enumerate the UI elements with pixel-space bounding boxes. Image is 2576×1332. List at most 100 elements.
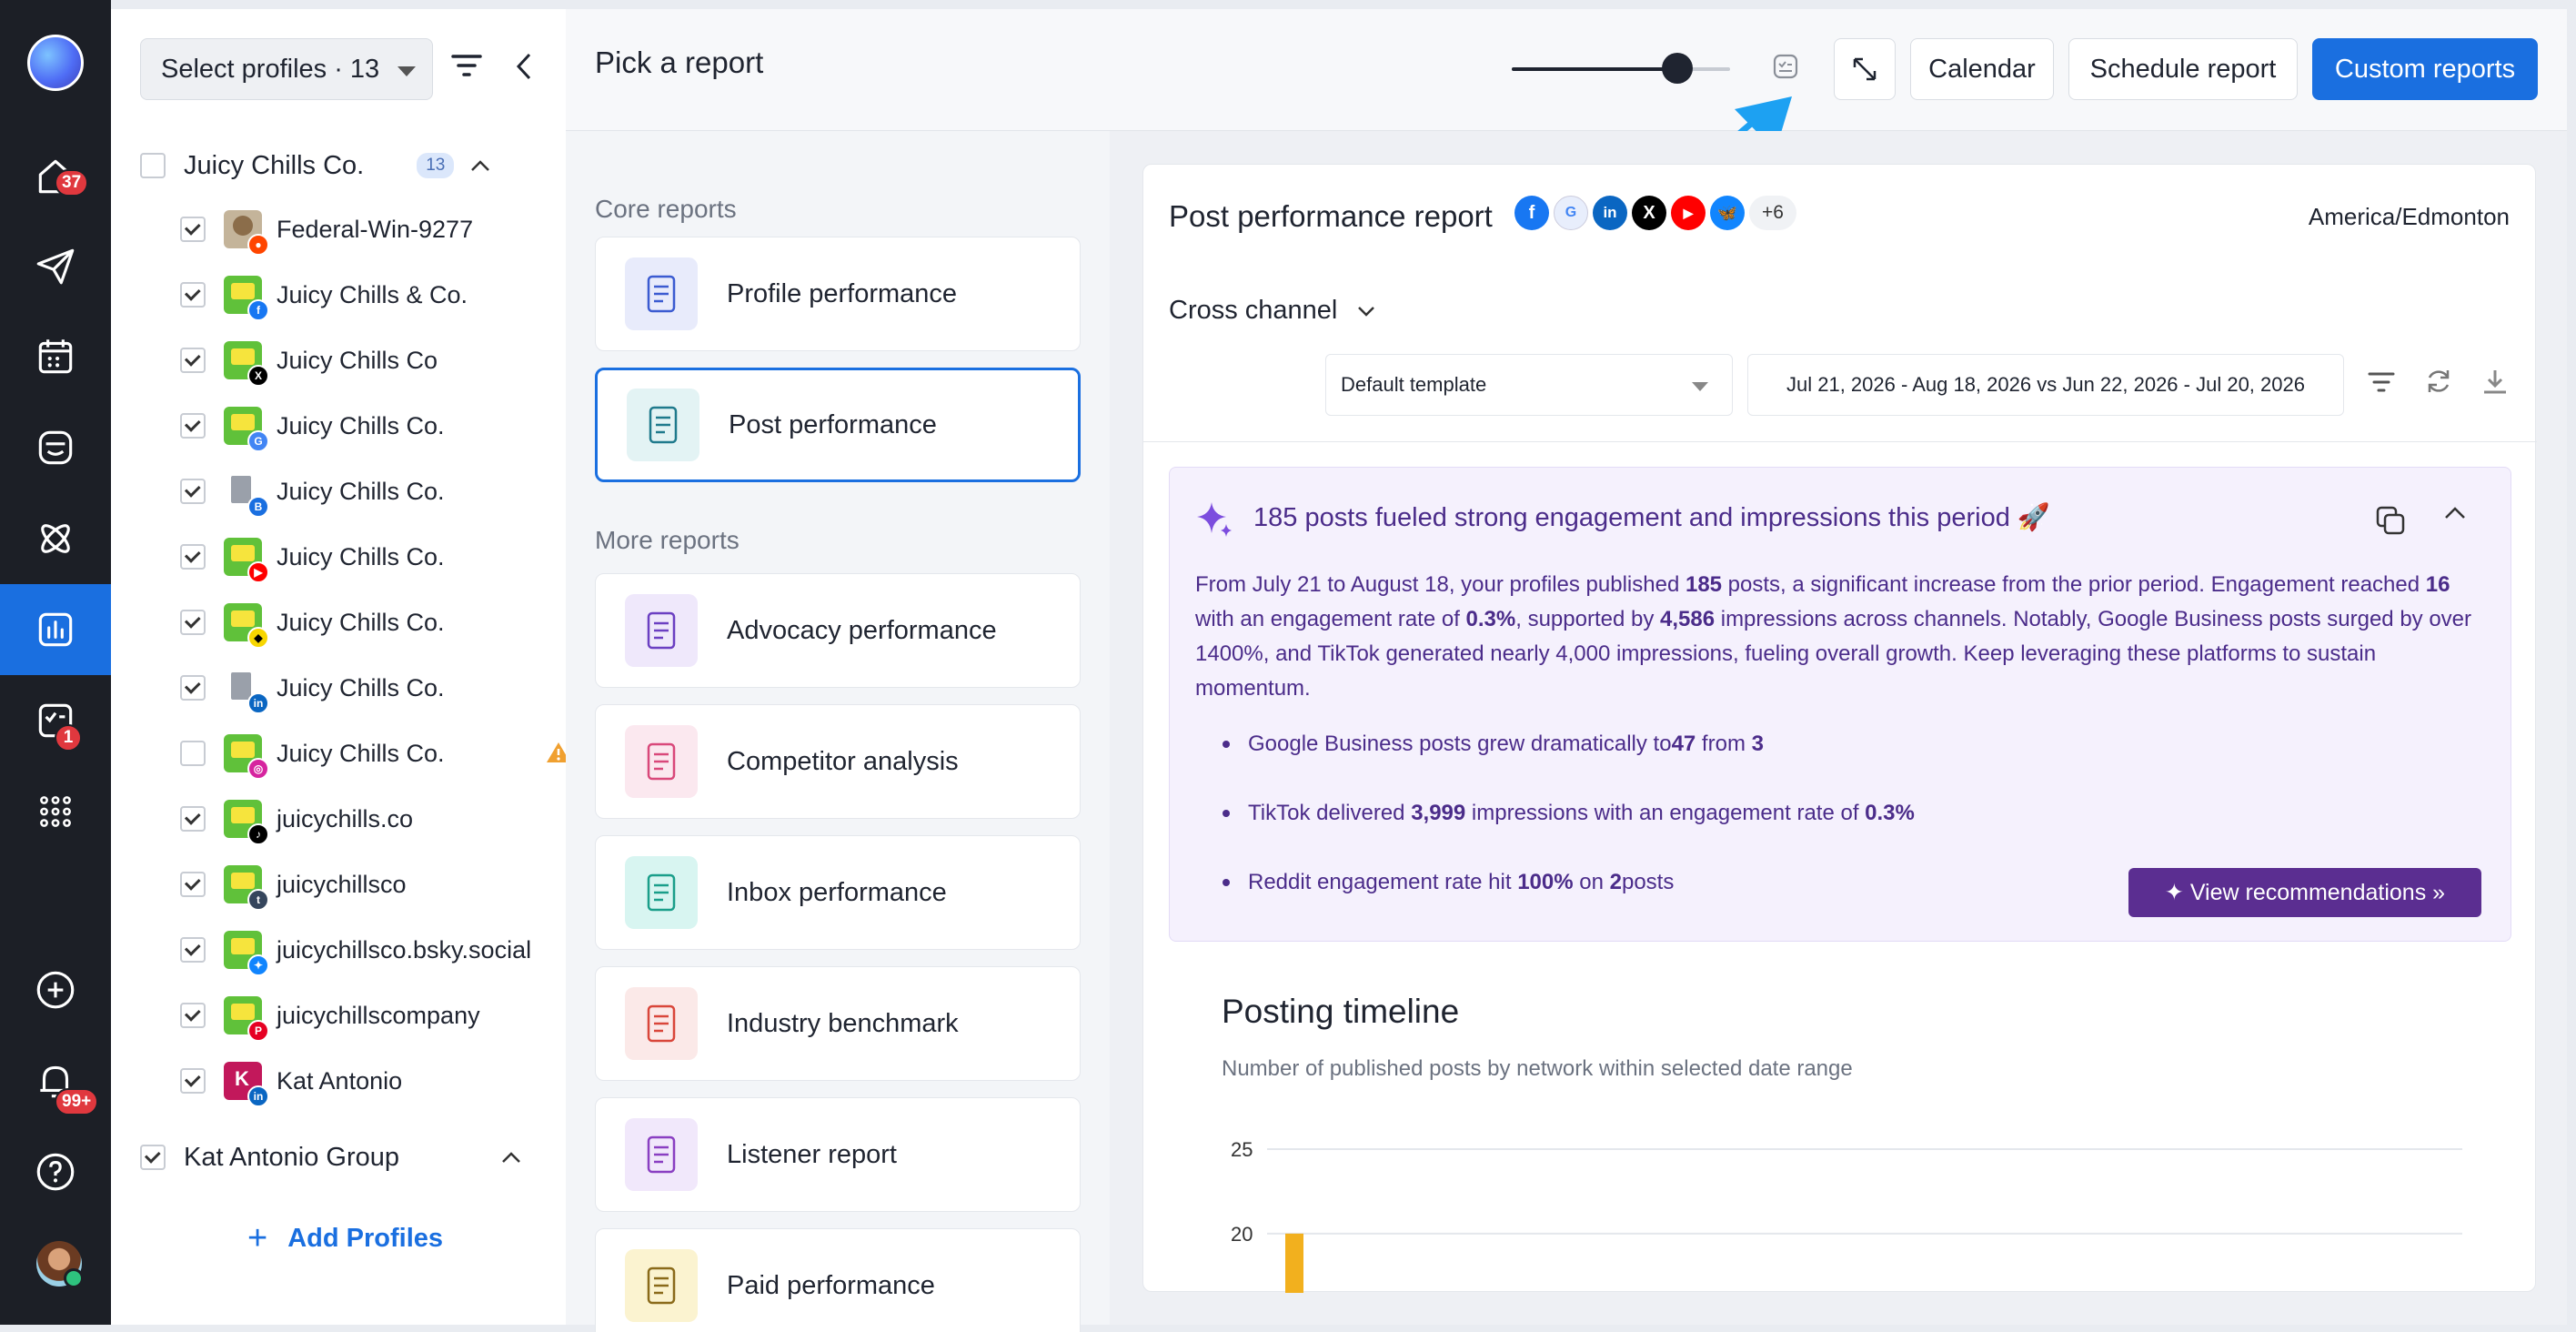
report-card[interactable]: Listener report (595, 1097, 1081, 1212)
profile-row[interactable]: ◎ Juicy Chills Co. (180, 733, 445, 780)
copy-icon[interactable] (2374, 504, 2407, 537)
profile-group-kat-antonio[interactable]: Kat Antonio Group (140, 1139, 521, 1176)
more-networks-badge[interactable]: +6 (1749, 196, 1796, 230)
inbox-icon (38, 430, 73, 465)
profile-checkbox[interactable] (180, 282, 206, 308)
advocacy-icon (625, 594, 698, 667)
summary-text: From July 21 to August 18, your profiles… (1195, 572, 1685, 597)
profile-row[interactable]: f Juicy Chills & Co. (180, 275, 468, 321)
refresh-icon[interactable] (2424, 367, 2453, 396)
profile-checkbox[interactable] (180, 413, 206, 439)
profile-row[interactable]: in Juicy Chills Co. (180, 668, 445, 714)
inbox-nav[interactable] (0, 402, 111, 493)
timeline-bar[interactable] (1285, 1233, 1303, 1293)
listening-nav[interactable] (0, 493, 111, 584)
profile-row[interactable]: X Juicy Chills Co (180, 340, 438, 387)
tasks-nav[interactable]: 1 (0, 675, 111, 766)
reports-nav[interactable] (0, 584, 111, 675)
x-icon: X (247, 365, 269, 387)
profile-checkbox[interactable] (180, 1068, 206, 1094)
profile-row[interactable]: ✦ juicychillsco.bsky.social (180, 930, 531, 976)
app-logo[interactable] (27, 35, 84, 91)
profile-row[interactable]: ◆ Juicy Chills Co. (180, 602, 445, 649)
cross-channel-dropdown[interactable]: Cross channel (1169, 296, 1375, 326)
download-icon[interactable] (2480, 367, 2510, 396)
profile-row[interactable]: ♪ juicychills.co (180, 799, 413, 845)
y-tick-label: 25 (1231, 1138, 1253, 1161)
reddit-icon: ● (247, 234, 269, 256)
add-profiles-button[interactable]: + Add Profiles (247, 1219, 443, 1258)
report-card[interactable]: Inbox performance (595, 835, 1081, 950)
profile-row[interactable]: ▶ Juicy Chills Co. (180, 537, 445, 583)
template-select[interactable]: Default template (1325, 354, 1733, 416)
profile-avatar: B (224, 472, 269, 518)
checklist-icon[interactable] (1772, 53, 1799, 80)
summary-highlight: 0.3% (1465, 607, 1516, 631)
report-card-label: Inbox performance (727, 877, 947, 907)
profile-checkbox[interactable] (180, 544, 206, 570)
report-card[interactable]: Advocacy performance (595, 573, 1081, 688)
profile-checkbox[interactable] (180, 348, 206, 373)
profile-row[interactable]: t juicychillsco (180, 864, 407, 911)
report-card[interactable]: Competitor analysis (595, 704, 1081, 819)
profile-checkbox[interactable] (180, 610, 206, 635)
profile-avatar: ◎ (224, 734, 269, 780)
report-card-label: Competitor analysis (727, 746, 959, 776)
date-range-picker[interactable]: Jul 21, 2026 - Aug 18, 2026 vs Jun 22, 2… (1747, 354, 2344, 416)
app: 37 1 99+ Select profiles · 13 Juicy Chil… (0, 0, 2576, 1332)
group-checkbox[interactable] (140, 153, 166, 178)
chevron-up-icon[interactable] (470, 159, 490, 172)
profile-row[interactable]: Kin Kat Antonio (180, 1061, 402, 1107)
profile-checkbox[interactable] (180, 675, 206, 701)
calendar-button[interactable]: Calendar (1910, 38, 2054, 100)
filter-icon[interactable] (2368, 370, 2395, 394)
competitor-icon (625, 725, 698, 798)
slider-knob[interactable] (1662, 53, 1694, 84)
help-nav[interactable] (0, 1126, 111, 1217)
view-recommendations-button[interactable]: ✦ View recommendations » (2128, 868, 2481, 917)
chevron-left-icon[interactable] (511, 51, 538, 82)
profile-group-juicy-chills[interactable]: Juicy Chills Co. 13 (140, 147, 490, 184)
report-card[interactable]: Post performance (595, 368, 1081, 482)
chevron-up-icon[interactable] (501, 1151, 521, 1164)
notifications-nav[interactable]: 99+ (0, 1035, 111, 1126)
home-nav[interactable]: 37 (0, 131, 111, 222)
report-card-label: Advocacy performance (727, 615, 997, 645)
user-avatar[interactable] (36, 1241, 84, 1288)
profile-checkbox[interactable] (180, 217, 206, 242)
profile-checkbox[interactable] (180, 806, 206, 832)
profile-checkbox[interactable] (180, 479, 206, 504)
group-checkbox[interactable] (140, 1145, 166, 1170)
report-card-label: Profile performance (727, 278, 958, 308)
profile-row[interactable]: B Juicy Chills Co. (180, 471, 445, 518)
avatar-image (231, 1004, 255, 1020)
select-profiles-dropdown[interactable]: Select profiles · 13 (140, 38, 433, 100)
chevron-up-icon[interactable] (2443, 506, 2467, 520)
apps-nav[interactable] (0, 766, 111, 857)
schedule-report-button[interactable]: Schedule report (2068, 38, 2298, 100)
filter-icon[interactable] (451, 53, 482, 80)
network-icons: f G in X ▶ 🦋 +6 (1514, 196, 1801, 230)
profile-row[interactable]: ● Federal-Win-9277 (180, 209, 473, 256)
report-card[interactable]: Profile performance (595, 237, 1081, 351)
profile-checkbox[interactable] (180, 872, 206, 897)
calendar-nav[interactable] (0, 311, 111, 402)
avatar-image (231, 873, 255, 889)
publish-nav[interactable] (0, 220, 111, 311)
create-nav[interactable] (0, 944, 111, 1035)
plus-icon: + (247, 1219, 268, 1257)
profile-row[interactable]: G Juicy Chills Co. (180, 406, 445, 452)
zoom-slider[interactable] (1512, 53, 1730, 84)
report-card[interactable]: Industry benchmark (595, 966, 1081, 1081)
profile-row[interactable]: Pjuicychillscompany (180, 995, 480, 1042)
custom-reports-button[interactable]: Custom reports (2312, 38, 2538, 100)
profile-checkbox[interactable] (180, 1003, 206, 1028)
profile-checkbox[interactable] (180, 741, 206, 766)
report-picker: Core reports More reports Profile perfor… (566, 131, 1110, 1332)
profile-checkbox[interactable] (180, 937, 206, 963)
group-name: Juicy Chills Co. (184, 150, 365, 180)
profile-avatar: G (224, 407, 269, 452)
bullet-text: impressions with an engagement rate of (1465, 801, 1866, 825)
expand-button[interactable] (1834, 38, 1896, 100)
report-card[interactable]: Paid performance (595, 1228, 1081, 1332)
